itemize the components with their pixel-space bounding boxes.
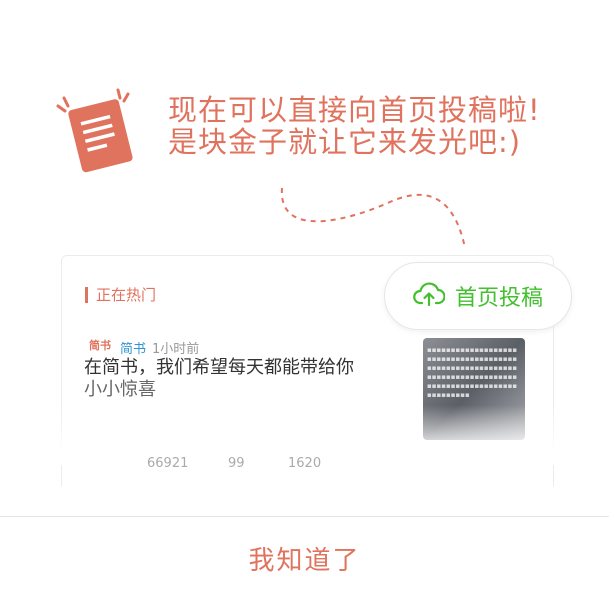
section-title-text: 正在热门 [96, 286, 157, 304]
stat-views: 66921 [147, 456, 189, 471]
author-name[interactable]: 简书 [120, 338, 146, 357]
stat-likes: 1620 [288, 456, 322, 471]
headline-line1: 现在可以直接向首页投稿啦! [168, 93, 541, 127]
document-icon [52, 84, 142, 174]
submit-to-homepage-button[interactable]: 首页投稿 [384, 262, 572, 330]
headline-line2: 是块金子就让它来发光吧:) [168, 125, 522, 159]
submit-button-label: 首页投稿 [454, 286, 543, 311]
stat-comments: 99 [228, 456, 245, 471]
section-marker [85, 286, 88, 303]
article-title[interactable]: 在简书，我们希望每天都能带给你 小小惊喜 [84, 357, 404, 401]
cloud-upload-icon [413, 281, 446, 311]
thumbnail-texture: ▪▪▪▪▪▪▪▪▪▪▪▪▪▪▪▪▪▪▪▪▪▪▪▪▪▪▪▪▪▪▪▪▪▪▪▪▪▪▪▪… [427, 346, 518, 399]
hot-section-title: 正在热门 [85, 284, 156, 305]
logo-text: 简书 [89, 339, 111, 352]
dashed-arrow-curve [280, 187, 466, 249]
avatar[interactable]: 简书 [86, 331, 114, 359]
divider [0, 516, 609, 517]
headline: 现在可以直接向首页投稿啦! 是块金子就让它来发光吧:) [168, 94, 541, 158]
post-time: 1小时前 [152, 342, 200, 357]
article-title-line2: 小小惊喜 [84, 379, 156, 400]
article-title-line1: 在简书，我们希望每天都能带给你 [84, 357, 354, 378]
confirm-button[interactable]: 我知道了 [0, 540, 609, 577]
